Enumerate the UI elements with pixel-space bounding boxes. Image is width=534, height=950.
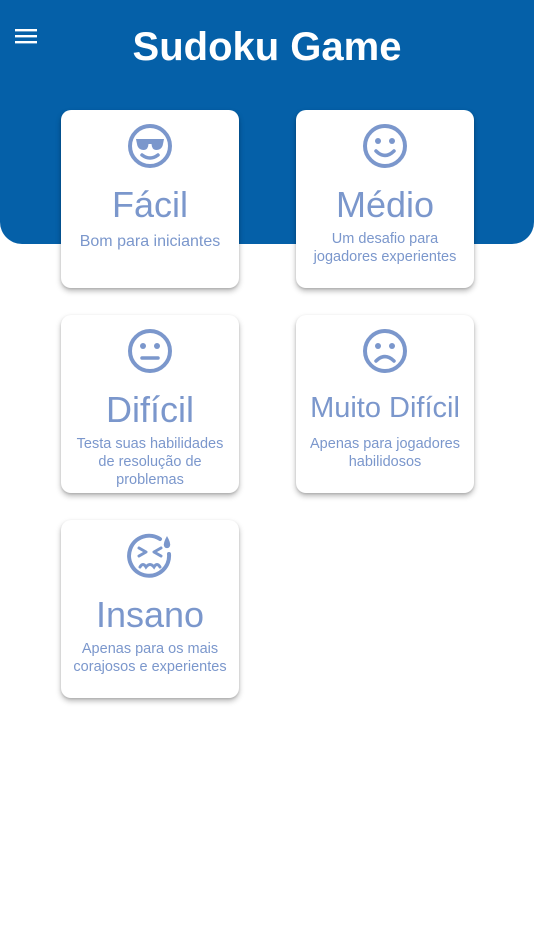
level-card-insano[interactable]: Insano Apenas para os mais corajosos e e… <box>61 520 239 698</box>
level-description: Bom para iniciantes <box>79 233 221 250</box>
level-title: Difícil <box>106 389 194 430</box>
level-description: Um desafio para jogadores experientes <box>313 231 457 265</box>
sad-face-icon <box>296 327 474 375</box>
level-card-dificil[interactable]: Difícil Testa suas habilidades de resolu… <box>61 315 239 493</box>
level-description: Apenas para jogadores habilidosos <box>310 436 460 470</box>
app-title: Sudoku Game <box>132 25 402 69</box>
smile-face-icon <box>296 122 474 170</box>
level-card-muito-dificil[interactable]: Muito Difícil Apenas para jogadores habi… <box>296 315 474 493</box>
level-card-facil[interactable]: Fácil Bom para iniciantes <box>61 110 239 288</box>
level-title: Insano <box>95 594 205 635</box>
level-description: Apenas para os mais corajosos e experien… <box>73 641 227 675</box>
app-screen: Sudoku Game Fácil Bom para iniciantes Mé… <box>0 0 534 950</box>
sweat-face-icon <box>61 532 239 580</box>
level-description: Testa suas habilidades de resolução de p… <box>76 436 224 488</box>
neutral-face-icon <box>61 327 239 375</box>
cool-face-icon <box>61 122 239 170</box>
level-title: Médio <box>335 184 435 225</box>
level-title: Muito Difícil <box>310 392 460 424</box>
level-card-medio[interactable]: Médio Um desafio para jogadores experien… <box>296 110 474 288</box>
level-title: Fácil <box>111 184 188 225</box>
